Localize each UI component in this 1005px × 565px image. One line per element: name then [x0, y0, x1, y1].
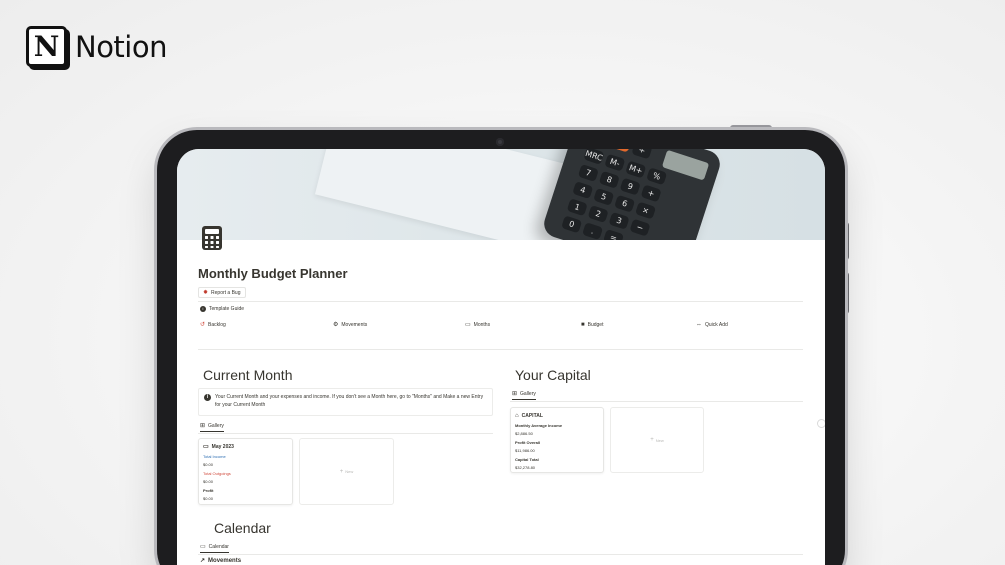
brand-name: Notion [75, 29, 168, 64]
bank-icon: ⌂ [515, 413, 519, 420]
current-month-callout: i Your Current Month and your expenses a… [198, 388, 493, 416]
profit-overall-value: $11,986.00 [515, 448, 535, 453]
profit-value: $0.00 [203, 496, 214, 501]
plus-icon: + [650, 437, 654, 443]
calendar-icon: ▭ [200, 544, 206, 550]
cover-calculator: C ÷ MRC M- M+ % 7 8 9 + 4 5 6 × 1 2 3 − … [540, 149, 724, 240]
capital-total-value: $32,278.80 [515, 465, 536, 470]
tab-gallery-capital[interactable]: ⊞ Gallery [512, 391, 536, 400]
calendar-heading: Calendar [198, 520, 287, 536]
tab-calendar[interactable]: ▭ Calendar [200, 544, 229, 553]
monthly-average-income-value: $2,886.50 [515, 431, 533, 436]
divider [198, 433, 493, 434]
month-card-title: May 2023 [211, 444, 234, 450]
month-card[interactable]: ▭ May 2023 Total Income $0.00 Total Outg… [198, 438, 293, 505]
tablet-frame: C ÷ MRC M- M+ % 7 8 9 + 4 5 6 × 1 2 3 − … [157, 130, 845, 565]
info-icon: i [200, 306, 206, 312]
callout-text: Your Current Month and your expenses and… [215, 394, 484, 408]
page-cover-image[interactable]: C ÷ MRC M- M+ % 7 8 9 + 4 5 6 × 1 2 3 − … [177, 149, 825, 240]
calendar-icon: ▭ [203, 444, 209, 451]
tab-gallery-label: Gallery [208, 423, 224, 429]
nav-links-row: ↺ Backlog ⚙ Movements ▭ Months ■ Budget … [200, 322, 800, 332]
gear-icon: ⚙ [333, 322, 339, 328]
arrow-up-right-icon: ↗ [200, 558, 206, 564]
nav-months-link[interactable]: ▭ Months [465, 322, 490, 328]
new-capital-card-button[interactable]: + New [610, 407, 704, 473]
nav-budget-label: Budget [587, 322, 604, 328]
arrow-icon: ⇔ [696, 322, 702, 328]
nav-budget-link[interactable]: ■ Budget [581, 322, 603, 328]
report-bug-label: Report a Bug [211, 289, 241, 296]
page-title[interactable]: Monthly Budget Planner [198, 266, 348, 281]
profit-label: Profit [203, 487, 214, 493]
template-guide-label: Template Guide [209, 306, 245, 312]
profit-overall-label: Profit Overall [515, 439, 541, 445]
new-month-card-button[interactable]: + New [299, 438, 394, 505]
capital-total-label: Capital Total [515, 456, 539, 462]
total-income-label: Total Income [203, 453, 226, 459]
nav-quick-add-label: Quick Add [705, 322, 728, 328]
camera-icon [496, 138, 504, 146]
total-income-value: $0.00 [203, 462, 214, 467]
plus-icon: + [339, 468, 344, 475]
new-label: New [345, 469, 354, 474]
new-label: New [655, 437, 664, 443]
notion-brand: N Notion [26, 26, 168, 67]
movements-label: Movements [208, 558, 242, 564]
movements-link[interactable]: ↗ Movements [200, 558, 241, 564]
tab-gallery-current-month[interactable]: ⊞ Gallery [200, 423, 224, 432]
nav-backlog-link[interactable]: ↺ Backlog [200, 322, 226, 328]
divider [198, 349, 803, 350]
total-outgoings-label: Total Outgoings [203, 470, 231, 476]
report-bug-button[interactable]: ✸ Report a Bug [198, 287, 246, 298]
your-capital-heading: Your Capital [510, 367, 596, 383]
gallery-icon: ⊞ [200, 423, 206, 429]
calculator-icon[interactable] [201, 225, 223, 251]
calendar-icon: ▭ [465, 322, 471, 328]
current-month-heading: Current Month [198, 367, 298, 383]
nav-movements-link[interactable]: ⚙ Movements [333, 322, 367, 328]
divider [510, 401, 803, 402]
capital-card-title: CAPITAL [521, 413, 543, 419]
tablet-screen: C ÷ MRC M- M+ % 7 8 9 + 4 5 6 × 1 2 3 − … [177, 149, 825, 565]
gallery-icon: ⊞ [512, 391, 518, 397]
total-outgoings-value: $0.00 [203, 479, 214, 484]
capital-card[interactable]: ⌂ CAPITAL Monthly Average Income $2,886.… [510, 407, 604, 473]
divider [198, 301, 803, 302]
nav-months-label: Months [473, 322, 491, 328]
bug-icon: ✸ [203, 289, 209, 296]
nav-backlog-label: Backlog [208, 322, 226, 328]
tab-calendar-label: Calendar [208, 544, 229, 550]
notion-logo-icon: N [26, 26, 67, 67]
scroll-indicator[interactable] [817, 419, 825, 428]
tab-gallery-label: Gallery [520, 391, 536, 397]
info-icon: i [204, 394, 211, 401]
divider [198, 554, 803, 555]
undo-icon: ↺ [200, 322, 206, 328]
nav-movements-label: Movements [341, 322, 368, 328]
nav-quick-add-link[interactable]: ⇔ Quick Add [696, 322, 728, 328]
template-guide-link[interactable]: i Template Guide [200, 306, 244, 312]
monthly-average-income-label: Monthly Average Income [515, 422, 563, 428]
lock-icon: ■ [581, 322, 585, 328]
